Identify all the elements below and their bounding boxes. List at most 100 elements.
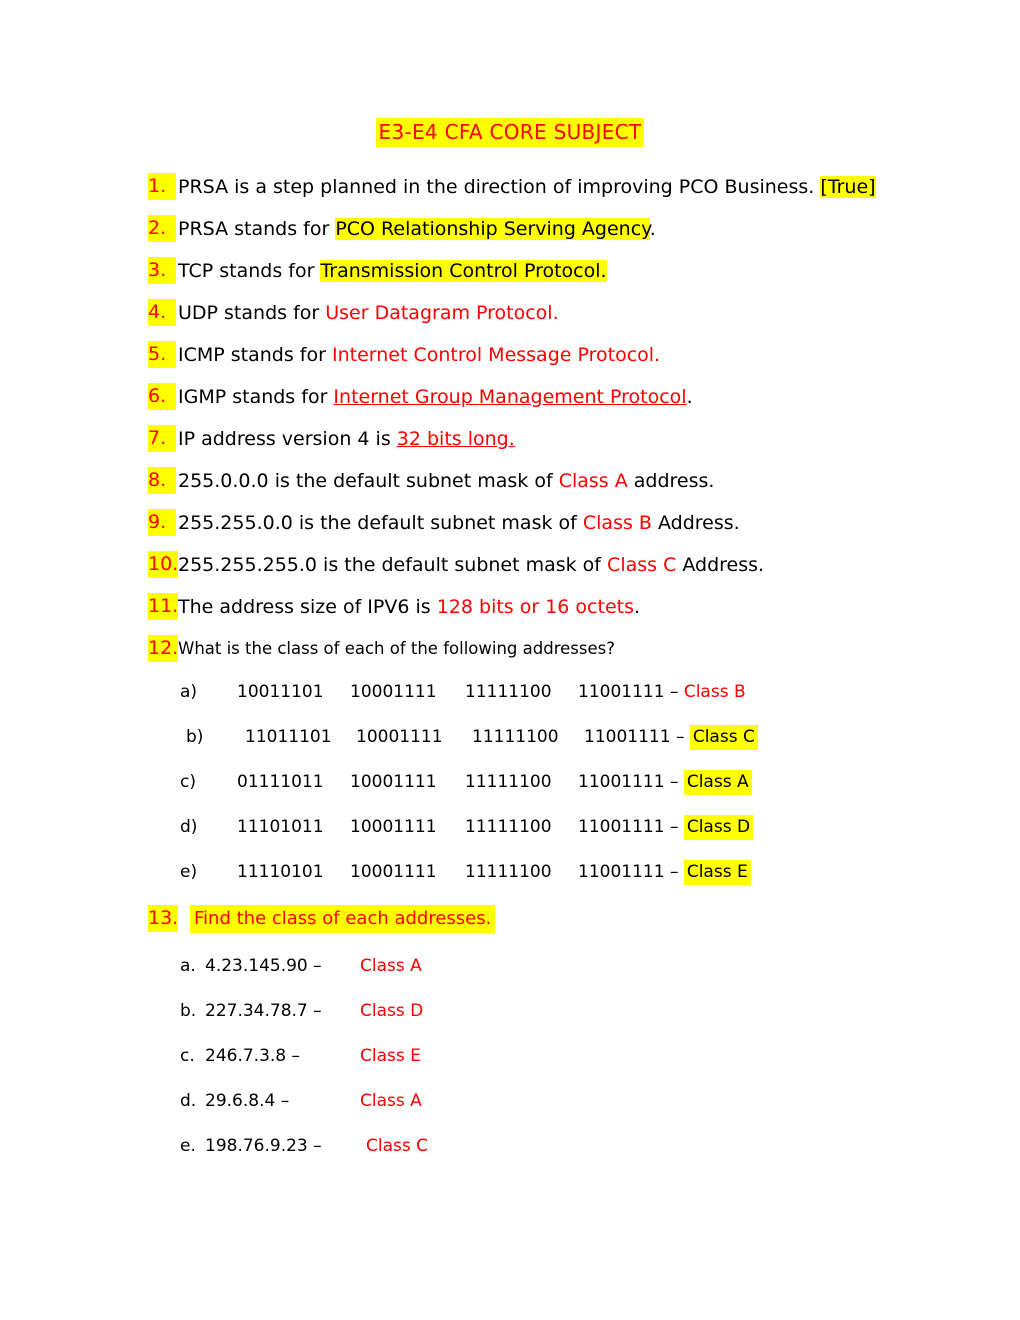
octet-4: 11001111	[578, 772, 665, 792]
octet-3: 11111100	[465, 817, 552, 837]
row-answer: Class D	[360, 1001, 424, 1021]
question-number-4: 4.	[148, 299, 176, 326]
octet-4-and-answer: 11001111 – Class D	[578, 805, 754, 850]
question-suffix-10: Address.	[676, 554, 765, 576]
list-item: e. 198.76.9.23 – Class C	[0, 1124, 1020, 1169]
row-address: 29.6.8.4 –	[205, 1091, 290, 1111]
question-prefix-3: TCP stands for	[178, 260, 321, 282]
question-number-2: 2.	[148, 215, 176, 242]
octet-1: 11101011	[237, 817, 324, 837]
table-row: e) 11110101 10001111 11111100 11001111 –…	[0, 850, 1020, 895]
question-text-4: UDP stands for User Datagram Protocol.	[178, 292, 559, 334]
question-item-5: 5. ICMP stands for Internet Control Mess…	[0, 334, 1020, 376]
ip-address-table: a. 4.23.145.90 – Class A b. 227.34.78.7 …	[0, 944, 1020, 1169]
row-answer: Class A	[360, 1091, 422, 1111]
question-suffix-11: .	[634, 596, 641, 618]
question-answer-9: Class B	[582, 512, 652, 534]
list-item: b. 227.34.78.7 – Class D	[0, 989, 1020, 1034]
question-prefix-7: IP address version 4 is	[178, 428, 397, 450]
question-number-11: 11.	[148, 593, 178, 620]
octet-1: 11011101	[245, 727, 332, 747]
page-title: E3-E4 CFA CORE SUBJECT	[0, 118, 1020, 147]
question-item-6: 6. IGMP stands for Internet Group Manage…	[0, 376, 1020, 418]
question-text-5: ICMP stands for Internet Control Message…	[178, 334, 660, 376]
question-suffix-8: address.	[627, 470, 715, 492]
table-row: b) 11011101 10001111 11111100 11001111 –…	[0, 715, 1020, 760]
question-list: 1. PRSA is a step planned in the directi…	[0, 166, 1020, 670]
question-text-3: TCP stands for Transmission Control Prot…	[178, 250, 607, 292]
row-answer: Class A	[360, 956, 422, 976]
question-item-3: 3. TCP stands for Transmission Control P…	[0, 250, 1020, 292]
question-prefix-8: 255.0.0.0 is the default subnet mask of	[178, 470, 559, 492]
question-item-4: 4. UDP stands for User Datagram Protocol…	[0, 292, 1020, 334]
octet-4: 11001111	[578, 862, 665, 882]
row-letter: d)	[180, 817, 198, 837]
question-suffix-9: Address.	[651, 512, 740, 534]
question-answer-4: User Datagram Protocol.	[325, 302, 559, 324]
row-answer: Class E	[360, 1046, 421, 1066]
question-text-2: PRSA stands for PCO Relationship Serving…	[178, 208, 656, 250]
question-text-8: 255.0.0.0 is the default subnet mask of …	[178, 460, 714, 502]
question-answer-11: 128 bits or 16 octets	[436, 596, 634, 618]
row-answer: Class C	[366, 1136, 428, 1156]
list-item: d. 29.6.8.4 – Class A	[0, 1079, 1020, 1124]
octet-2: 10001111	[350, 772, 437, 792]
row-letter: c)	[180, 772, 196, 792]
row-separator: –	[675, 727, 685, 747]
row-letter: a.	[180, 956, 196, 976]
row-letter: e.	[180, 1136, 196, 1156]
question-answer-10: Class C	[607, 554, 677, 576]
row-address: 198.76.9.23 –	[205, 1136, 322, 1156]
row-letter: c.	[180, 1046, 195, 1066]
question-text-13-label: Find the class of each addresses.	[190, 905, 496, 933]
table-row: a) 10011101 10001111 11111100 11001111 –…	[0, 670, 1020, 715]
question-answer-3: Transmission Control Protocol.	[320, 260, 607, 282]
question-item-12: 12. What is the class of each of the fol…	[0, 628, 1020, 670]
question-prefix-9: 255.255.0.0 is the default subnet mask o…	[178, 512, 583, 534]
octet-1: 10011101	[237, 682, 324, 702]
question-number-8: 8.	[148, 467, 176, 494]
row-letter: a)	[180, 682, 198, 702]
question-text-13: Find the class of each addresses.	[190, 898, 496, 940]
row-letter: b)	[186, 727, 204, 747]
question-suffix-2: .	[649, 218, 656, 240]
octet-3: 11111100	[465, 862, 552, 882]
octet-4: 11001111	[578, 817, 665, 837]
question-answer-2: PCO Relationship Serving Agency	[335, 218, 650, 240]
binary-address-table: a) 10011101 10001111 11111100 11001111 –…	[0, 670, 1020, 895]
question-item-9: 9. 255.255.0.0 is the default subnet mas…	[0, 502, 1020, 544]
question-item-2: 2. PRSA stands for PCO Relationship Serv…	[0, 208, 1020, 250]
octet-4: 11001111	[584, 727, 671, 747]
question-item-10: 10. 255.255.255.0 is the default subnet …	[0, 544, 1020, 586]
row-address: 4.23.145.90 –	[205, 956, 322, 976]
octet-3: 11111100	[465, 682, 552, 702]
row-answer: Class C	[689, 725, 758, 750]
octet-4: 11001111	[578, 682, 665, 702]
row-answer: Class A	[683, 770, 752, 795]
document-page: E3-E4 CFA CORE SUBJECT 1. PRSA is a step…	[0, 0, 1020, 1320]
question-text-7: IP address version 4 is 32 bits long.	[178, 418, 515, 460]
question-item-7: 7. IP address version 4 is 32 bits long.	[0, 418, 1020, 460]
question-number-13: 13.	[148, 905, 178, 932]
octet-4-and-answer: 11001111 – Class A	[578, 760, 752, 805]
question-answer-7: 32 bits long.	[396, 428, 515, 450]
question-item-8: 8. 255.0.0.0 is the default subnet mask …	[0, 460, 1020, 502]
question-text-10: 255.255.255.0 is the default subnet mask…	[178, 544, 764, 586]
question-prefix-11: The address size of IPV6 is	[178, 596, 437, 618]
row-letter: e)	[180, 862, 198, 882]
page-title-text: E3-E4 CFA CORE SUBJECT	[375, 118, 645, 147]
question-prefix-10: 255.255.255.0 is the default subnet mask…	[178, 554, 608, 576]
octet-2: 10001111	[350, 817, 437, 837]
question-suffix-6: .	[686, 386, 693, 408]
question-item-11: 11. The address size of IPV6 is 128 bits…	[0, 586, 1020, 628]
question-item-1: 1. PRSA is a step planned in the directi…	[0, 166, 1020, 208]
question-prefix-5: ICMP stands for	[178, 344, 332, 366]
question-text-6: IGMP stands for Internet Group Managemen…	[178, 376, 693, 418]
question-number-1: 1.	[148, 173, 176, 200]
octet-3: 11111100	[472, 727, 559, 747]
octet-3: 11111100	[465, 772, 552, 792]
question-text-1: PRSA is a step planned in the direction …	[178, 166, 876, 208]
row-separator: –	[669, 772, 679, 792]
row-answer: Class B	[683, 682, 746, 702]
octet-4-and-answer: 11001111 – Class E	[578, 850, 751, 895]
